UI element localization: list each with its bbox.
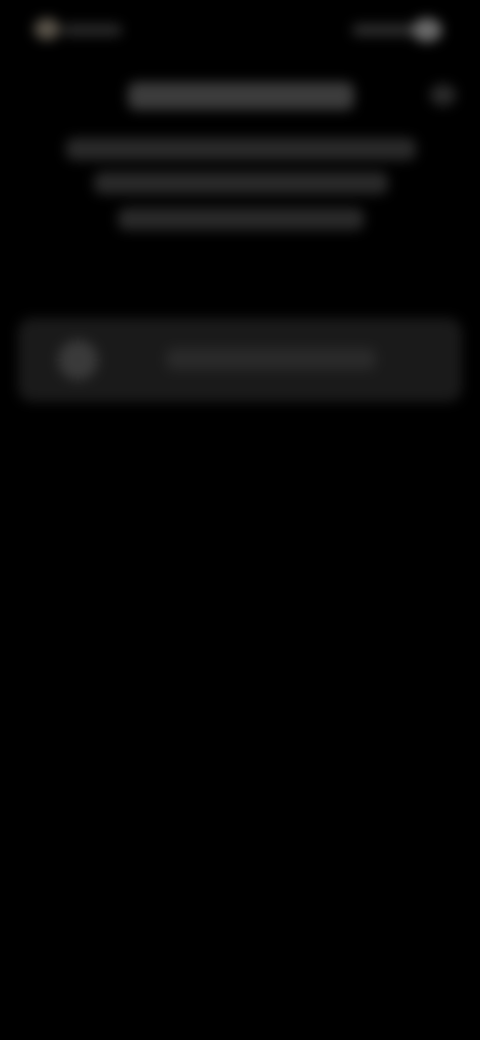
status-indicator-icon: [412, 18, 442, 42]
avatar-icon: [58, 340, 98, 380]
status-dot-icon: [34, 18, 60, 40]
page-title: [128, 82, 354, 110]
list-card[interactable]: [18, 318, 462, 402]
status-bar: [0, 0, 480, 60]
screen: [0, 0, 480, 1040]
message-text: [66, 138, 416, 242]
status-right-text: [352, 24, 414, 36]
status-left-text: [62, 24, 122, 36]
card-title: [166, 348, 376, 370]
message-line: [118, 208, 364, 230]
info-icon[interactable]: [430, 84, 456, 106]
message-line: [66, 138, 416, 160]
message-line: [94, 172, 388, 194]
